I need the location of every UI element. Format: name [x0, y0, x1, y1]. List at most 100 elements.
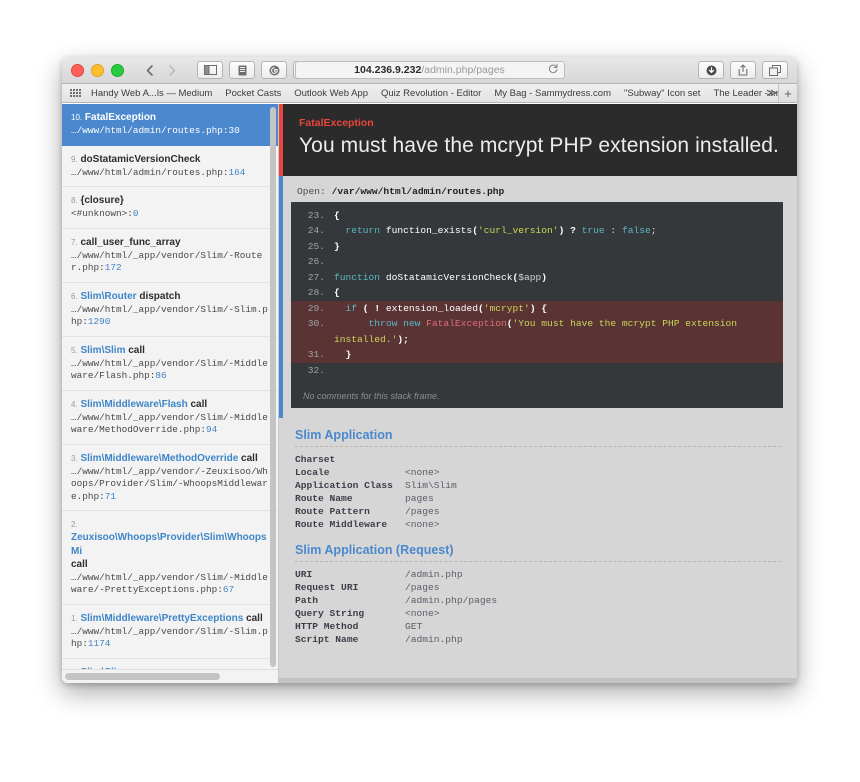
code-line-number: 23.	[307, 209, 325, 221]
bookmark-item[interactable]: Pocket Casts	[225, 88, 281, 99]
table-value: /admin.php/pages	[405, 594, 498, 606]
stack-frames-vertical-scrollbar[interactable]	[270, 107, 276, 667]
window-controls	[71, 63, 124, 77]
stack-frames-horizontal-scrollbar-track	[62, 669, 278, 683]
code-line-number: 26.	[307, 256, 325, 268]
reload-icon[interactable]	[548, 63, 558, 77]
close-window-button[interactable]	[71, 63, 84, 77]
stack-frames-panel: 10. FatalException …/www/html/admin/rout…	[62, 104, 279, 683]
stack-frame-6[interactable]: 6. Slim\Router dispatch …/www/html/_app/…	[62, 283, 278, 337]
code-frame-path: Open: /var/www/html/admin/routes.php	[297, 185, 505, 197]
exception-detail-panel: FatalException You must have the mcrypt …	[279, 104, 797, 683]
section-divider	[295, 445, 781, 447]
code-line-text: if ( ! extension_loaded('mcrypt') {	[345, 302, 548, 314]
table-key: Path	[295, 594, 319, 606]
code-line-number: 31.	[307, 349, 325, 361]
code-line: 26.	[291, 254, 783, 270]
forward-button[interactable]	[161, 61, 184, 79]
stack-frame-file: …/www/html/_app/vendor/Slim/-Middleware/…	[71, 571, 268, 596]
key-value-table: URI/admin.php Request URI/pages Path/adm…	[295, 568, 497, 646]
bookmarks-overflow-button[interactable]: ≫	[767, 88, 777, 99]
table-row: Application Class Slim\Slim	[295, 479, 457, 492]
no-comments-note: No comments for this stack frame.	[291, 384, 783, 408]
bookmark-item[interactable]: Handy Web A...ls — Medium	[91, 88, 212, 99]
table-key: Query String	[295, 607, 365, 619]
exception-type: FatalException	[299, 117, 374, 129]
stack-frames-horizontal-scrollbar[interactable]	[65, 673, 220, 680]
stack-frame-file: …/www/html/_app/vendor/-Zeuxisoo/Whoops/…	[71, 465, 268, 502]
table-row: URI/admin.php	[295, 568, 497, 581]
table-value: pages	[405, 492, 434, 504]
table-key: URI	[295, 568, 313, 580]
stack-frame-4[interactable]: 4. Slim\Middleware\Flash call …/www/html…	[62, 391, 278, 445]
stack-frame-title: 10. FatalException	[71, 112, 157, 123]
reader-button[interactable]	[229, 61, 255, 79]
bookmark-item[interactable]: Outlook Web App	[294, 88, 368, 99]
stack-frame-title: 4. Slim\Middleware\Flash call	[71, 398, 208, 410]
table-value: /pages	[405, 505, 440, 517]
share-button[interactable]	[730, 61, 756, 79]
maximize-window-button[interactable]	[111, 63, 124, 77]
section-title: Slim Application	[295, 427, 393, 442]
bookmark-item[interactable]: "Subway" Icon set	[624, 88, 700, 99]
exception-detail-scroll: FatalException You must have the mcrypt …	[279, 104, 797, 683]
section-slim-application: Slim Application Charset Locale <none> Ap…	[279, 418, 797, 533]
show-tabs-button[interactable]	[762, 61, 788, 79]
table-value: <none>	[405, 518, 440, 530]
exception-message: You must have the mcrypt PHP extension i…	[299, 134, 779, 157]
table-key: Locale	[295, 466, 330, 478]
code-line-number: 29.	[307, 302, 325, 314]
sidebar-toggle-button[interactable]	[197, 61, 223, 79]
table-row: Script Name/admin.php	[295, 633, 497, 646]
stack-frame-file: …/www/html/admin/routes.php:164	[71, 166, 246, 178]
code-line-text: function doStatamicVersionCheck($app)	[334, 271, 548, 283]
browser-toolbar: 104.236.9.232/admin.php/pages	[62, 57, 797, 84]
code-line-text: {	[334, 287, 340, 299]
stack-frame-10[interactable]: 10. FatalException …/www/html/admin/rout…	[62, 104, 278, 146]
table-key: Request URI	[295, 581, 359, 593]
extension-button[interactable]	[261, 61, 287, 79]
stack-frame-title: 6. Slim\Router dispatch	[71, 290, 181, 302]
bookmark-item[interactable]: Quiz Revolution - Editor	[381, 88, 481, 99]
table-row: Request URI/pages	[295, 581, 497, 594]
show-all-bookmarks-icon[interactable]	[70, 89, 81, 97]
table-value: /admin.php	[405, 633, 463, 645]
stack-frame-2[interactable]: 2. Zeuxisoo\Whoops\Provider\Slim\WhoopsMi…	[62, 511, 278, 605]
stack-frame-8[interactable]: 8. {closure} <#unknown>:0	[62, 187, 278, 229]
new-tab-button[interactable]: +	[778, 84, 797, 102]
table-value: Slim\Slim	[405, 479, 457, 491]
bookmark-item[interactable]: My Bag - Sammydress.com	[494, 88, 611, 99]
stack-frame-title: 7. call_user_func_array	[71, 236, 181, 248]
section-divider	[295, 560, 781, 562]
page-content: 10. FatalException …/www/html/admin/rout…	[62, 104, 797, 683]
code-line: 25. }	[291, 239, 783, 255]
download-icon	[706, 65, 716, 75]
stack-frame-file: …/www/html/_app/vendor/Slim/-Middleware/…	[71, 411, 268, 436]
stack-frame-5[interactable]: 5. Slim\Slim call …/www/html/_app/vendor…	[62, 337, 278, 391]
stack-frame-file: <#unknown>:0	[71, 208, 139, 220]
address-bar[interactable]: 104.236.9.232/admin.php/pages	[294, 61, 565, 79]
table-key: Script Name	[295, 633, 359, 645]
stack-frame-file: …/www/html/_app/vendor/Slim/-Slim.php:11…	[71, 625, 268, 650]
browser-window: 104.236.9.232/admin.php/pages Handy Web …	[62, 57, 797, 683]
stack-frame-title: 8. {closure}	[71, 195, 124, 207]
navigation-buttons	[138, 61, 184, 79]
stack-frame-1[interactable]: 1. Slim\Middleware\PrettyExceptions call…	[62, 605, 278, 659]
table-row: Route Pattern/pages	[295, 505, 457, 518]
downloads-button[interactable]	[698, 61, 724, 79]
table-value: <none>	[405, 607, 440, 619]
code-line-text: }	[334, 240, 340, 252]
code-line-highlighted: 29. if ( ! extension_loaded('mcrypt') {	[291, 300, 783, 317]
key-value-table: Charset Locale <none> Application Class Sl…	[295, 453, 457, 531]
minimize-window-button[interactable]	[91, 63, 104, 77]
stack-frame-3[interactable]: 3. Slim\Middleware\MethodOverride call ……	[62, 445, 278, 512]
table-key: Route Name	[295, 492, 353, 504]
code-line-text: {	[334, 209, 340, 221]
stack-frame-7[interactable]: 7. call_user_func_array …/www/html/_app/…	[62, 229, 278, 283]
back-button[interactable]	[138, 61, 161, 79]
share-icon	[738, 64, 748, 76]
url-path: /admin.php/pages	[421, 64, 505, 76]
table-value: /admin.php	[405, 568, 463, 580]
stack-frame-9[interactable]: 9. doStatamicVersionCheck …/www/html/adm…	[62, 146, 278, 188]
